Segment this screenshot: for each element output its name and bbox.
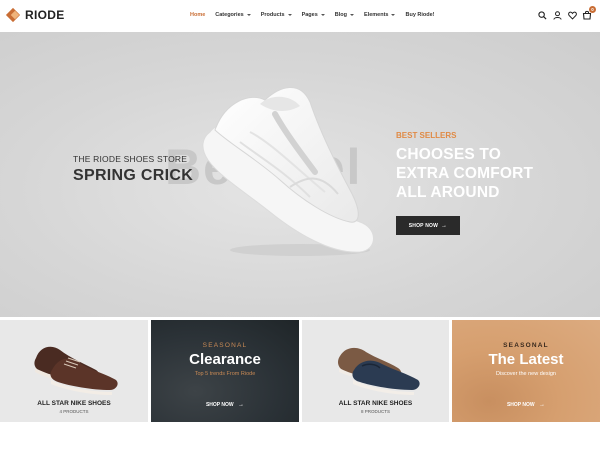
arrow-right-icon: → bbox=[539, 402, 546, 408]
nav-item-blog[interactable]: Blog bbox=[334, 12, 355, 18]
promo-shop-now-link[interactable]: SHOP NOW → bbox=[151, 402, 299, 408]
main-nav: Home Categories Products Pages Blog Elem… bbox=[190, 12, 445, 18]
nav-item-label: Pages bbox=[301, 12, 318, 18]
site-header: RIODE Home Categories Products Pages Blo… bbox=[0, 0, 600, 32]
nav-item-elements[interactable]: Elements bbox=[364, 12, 396, 18]
hero-shop-now-button[interactable]: SHOP NOW → bbox=[396, 216, 460, 235]
category-banner-nike-brown[interactable]: ALL STAR NIKE SHOES 4 PRODUCTS bbox=[0, 320, 148, 422]
nav-item-label: Categories bbox=[215, 12, 244, 18]
nav-item-label: Buy Riode! bbox=[405, 12, 435, 18]
banner-product-count: 8 PRODUCTS bbox=[360, 409, 390, 414]
hero-left-text: THE RIODE SHOES STORE SPRING CRICK bbox=[73, 154, 193, 185]
nav-item-home[interactable]: Home bbox=[190, 12, 205, 18]
promo-title: Clearance bbox=[189, 351, 261, 368]
promo-shop-now-label: SHOP NOW bbox=[205, 402, 234, 408]
nav-item-buy-riode[interactable]: Buy Riode! bbox=[405, 12, 434, 18]
promo-banner-the-latest[interactable]: SEASONAL The Latest Discover the new des… bbox=[452, 320, 600, 422]
banner-product-title: ALL STAR NIKE SHOES bbox=[338, 400, 413, 407]
promo-subtitle: Top 5 trends From Riode bbox=[194, 371, 256, 377]
hero-headline: CHOOSES TO EXTRA COMFORT ALL AROUND bbox=[396, 145, 533, 202]
promo-shop-now-link[interactable]: SHOP NOW → bbox=[452, 402, 600, 408]
hero-subtitle: THE RIODE SHOES STORE bbox=[73, 154, 188, 164]
nav-item-pages[interactable]: Pages bbox=[302, 12, 325, 18]
promo-shop-now-label: SHOP NOW bbox=[506, 402, 535, 408]
promo-kicker: SEASONAL bbox=[503, 342, 549, 349]
search-icon[interactable] bbox=[537, 10, 547, 20]
logo[interactable]: RIODE bbox=[5, 7, 65, 22]
promo-subtitle: Discover the new design bbox=[496, 371, 556, 377]
hero-headline-line: CHOOSES TO bbox=[396, 146, 502, 163]
promo-kicker: SEASONAL bbox=[202, 342, 248, 349]
nav-item-label: Blog bbox=[334, 12, 348, 18]
nav-item-label: Home bbox=[190, 12, 206, 18]
arrow-right-icon: → bbox=[441, 222, 448, 229]
hero-slider: BestSel THE RIODE SHOES STORE bbox=[0, 32, 600, 317]
promo-title: The Latest bbox=[488, 351, 564, 368]
category-banner-nike-navy[interactable]: ALL STAR NIKE SHOES 8 PRODUCTS bbox=[302, 320, 449, 422]
chevron-down-icon bbox=[246, 14, 251, 16]
cart-count-badge: 0 bbox=[589, 6, 596, 13]
navy-shoes-image bbox=[338, 347, 420, 395]
hero-shoe-image bbox=[190, 72, 390, 262]
user-icon[interactable] bbox=[552, 10, 562, 20]
hero-shop-now-label: SHOP NOW bbox=[408, 222, 439, 229]
nav-item-label: Elements bbox=[364, 12, 389, 18]
heart-icon[interactable] bbox=[567, 10, 577, 20]
banner-product-title: ALL STAR NIKE SHOES bbox=[37, 400, 111, 407]
nav-item-categories[interactable]: Categories bbox=[215, 12, 251, 18]
chevron-down-icon bbox=[287, 14, 292, 16]
header-actions: 0 bbox=[532, 6, 596, 20]
nav-item-label: Products bbox=[260, 12, 285, 18]
chevron-down-icon bbox=[391, 14, 396, 16]
arrow-right-icon: → bbox=[238, 402, 245, 408]
promo-banner-clearance[interactable]: SEASONAL Clearance Top 5 trends From Rio… bbox=[151, 320, 299, 422]
logo-icon bbox=[5, 7, 21, 22]
logo-text: RIODE bbox=[25, 8, 65, 22]
cart-icon[interactable]: 0 bbox=[582, 6, 596, 20]
page-continuation bbox=[0, 422, 600, 450]
nav-item-products[interactable]: Products bbox=[261, 12, 292, 18]
category-banners: ALL STAR NIKE SHOES 4 PRODUCTS SEASONAL … bbox=[0, 320, 600, 422]
chevron-down-icon bbox=[320, 14, 325, 16]
chevron-down-icon bbox=[350, 14, 355, 16]
hero-right-text: BEST SELLERS CHOOSES TO EXTRA COMFORT AL… bbox=[396, 131, 533, 235]
hero-title: SPRING CRICK bbox=[73, 167, 194, 184]
hero-headline-line: EXTRA COMFORT bbox=[396, 165, 534, 182]
hero-headline-line: ALL AROUND bbox=[396, 184, 500, 201]
banner-product-count: 4 PRODUCTS bbox=[59, 409, 89, 414]
brown-shoes-image bbox=[34, 346, 118, 395]
hero-kicker: BEST SELLERS bbox=[396, 131, 457, 140]
